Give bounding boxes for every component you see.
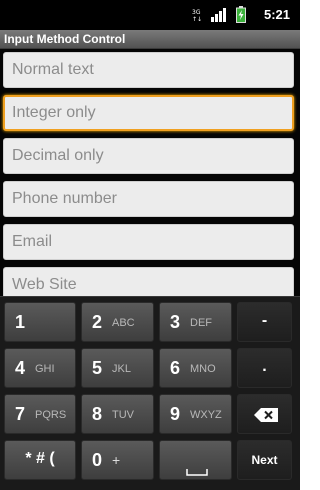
key-period[interactable]: .	[237, 348, 292, 388]
symbols-key-label: * # (	[25, 450, 55, 467]
backspace-icon	[254, 408, 278, 427]
key-0-plus: +	[112, 452, 121, 468]
key-7[interactable]: 7 PQRS	[4, 394, 76, 434]
space-key[interactable]	[159, 440, 232, 480]
key-6-digit: 6	[170, 358, 181, 378]
svg-text:↑↓: ↑↓	[192, 16, 202, 22]
key-period-label: .	[262, 358, 267, 375]
next-button[interactable]: Next	[237, 440, 292, 480]
key-5-digit: 5	[92, 358, 103, 378]
key-4-digit: 4	[15, 358, 26, 378]
key-5-letters: JKL	[112, 363, 131, 375]
key-8[interactable]: 8 TUV	[81, 394, 154, 434]
backspace-key[interactable]	[237, 394, 292, 434]
key-1-digit: 1	[15, 312, 26, 332]
signal-bars-icon	[210, 8, 228, 27]
form-area: Normal text Integer only Decimal only Ph…	[0, 49, 300, 296]
key-9[interactable]: 9 WXYZ	[159, 394, 232, 434]
phone-number-field[interactable]: Phone number	[3, 181, 294, 217]
key-3[interactable]: 3 DEF	[159, 302, 232, 342]
key-minus[interactable]: -	[237, 302, 292, 342]
key-4[interactable]: 4 GHI	[4, 348, 76, 388]
key-3-letters: DEF	[190, 317, 212, 329]
key-0[interactable]: 0 +	[81, 440, 154, 480]
key-7-digit: 7	[15, 404, 26, 424]
sim-card-icon: 3G ↑↓	[192, 8, 204, 27]
key-2[interactable]: 2 ABC	[81, 302, 154, 342]
normal-text-field[interactable]: Normal text	[3, 52, 294, 88]
key-9-letters: WXYZ	[190, 409, 222, 421]
key-8-digit: 8	[92, 404, 103, 424]
web-site-field[interactable]: Web Site	[3, 267, 294, 296]
clock-time: 5:21	[263, 7, 290, 22]
integer-only-field[interactable]: Integer only	[3, 95, 294, 131]
key-4-letters: GHI	[35, 363, 55, 375]
key-0-digit: 0	[92, 450, 103, 470]
key-2-letters: ABC	[112, 317, 135, 329]
decimal-only-field[interactable]: Decimal only	[3, 138, 294, 174]
app-frame: 3G ↑↓ 5:21 Input Method Control Normal t…	[0, 0, 300, 490]
battery-charging-icon	[236, 6, 246, 28]
symbols-key[interactable]: * # (	[4, 440, 76, 480]
key-6[interactable]: 6 MNO	[159, 348, 232, 388]
app-title: Input Method Control	[0, 30, 300, 49]
space-icon	[186, 463, 208, 481]
key-minus-label: -	[261, 312, 268, 329]
key-8-letters: TUV	[112, 409, 134, 421]
status-bar: 3G ↑↓ 5:21	[0, 0, 300, 30]
key-1[interactable]: 1	[4, 302, 76, 342]
key-5[interactable]: 5 JKL	[81, 348, 154, 388]
key-7-letters: PQRS	[35, 409, 67, 421]
key-6-letters: MNO	[190, 363, 216, 375]
numeric-keyboard: 1 2 ABC 3 DEF - 4 GHI 5 JKL 6 MNO . 7 PQ…	[0, 296, 300, 490]
next-button-label: Next	[251, 453, 278, 467]
key-9-digit: 9	[170, 404, 181, 424]
svg-text:3G: 3G	[192, 9, 201, 16]
key-3-digit: 3	[170, 312, 181, 332]
key-2-digit: 2	[92, 312, 103, 332]
email-field[interactable]: Email	[3, 224, 294, 260]
